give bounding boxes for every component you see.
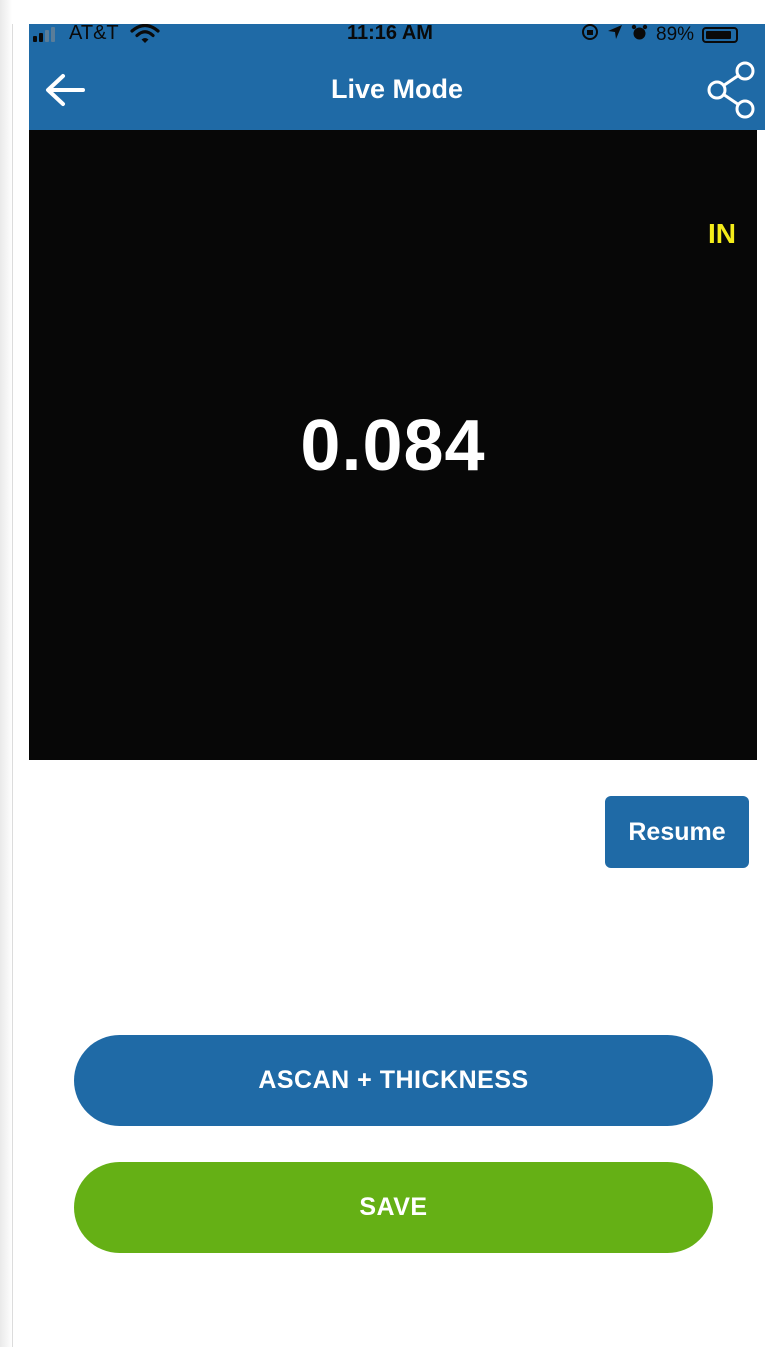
reading-display: IN 0.084 [29, 130, 757, 760]
unit-label: IN [708, 218, 736, 249]
carrier-label: AT&T [69, 22, 119, 44]
ascan-thickness-button[interactable]: ASCAN + THICKNESS [74, 1035, 713, 1126]
share-icon[interactable] [703, 60, 759, 120]
thickness-value: 0.084 [300, 406, 486, 486]
save-button[interactable]: SAVE [74, 1162, 713, 1253]
status-time: 11:16 AM [347, 22, 433, 44]
battery-fill [706, 31, 732, 39]
nav-bar: Live Mode [29, 44, 765, 130]
device-edge [0, 0, 13, 1347]
status-bar: AT&T 11:16 AM 89% [29, 22, 765, 46]
signal-icon [33, 27, 55, 42]
app-screen: AT&T 11:16 AM 89% Live Mode IN 0.084 Res… [0, 0, 765, 1347]
resume-button[interactable]: Resume [605, 796, 749, 868]
battery-icon [702, 27, 739, 43]
device-top-edge [12, 0, 765, 24]
location-icon [607, 24, 623, 46]
battery-percent: 89% [656, 24, 695, 45]
page-title: Live Mode [330, 74, 464, 104]
